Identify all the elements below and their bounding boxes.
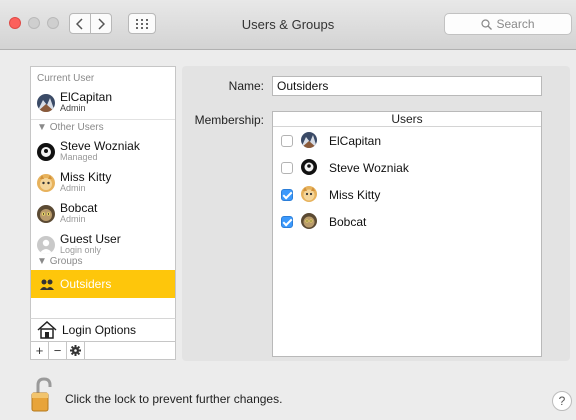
search-field[interactable]: Search xyxy=(444,13,572,35)
sidebar-item-elcapitan[interactable]: ElCapitan Admin xyxy=(31,86,175,118)
member-name: Steve Wozniak xyxy=(329,161,409,175)
title-bar: Users & Groups Search xyxy=(0,0,576,50)
avatar xyxy=(301,186,317,202)
member-row-bobcat: Bobcat xyxy=(273,209,541,235)
user-name: ElCapitan xyxy=(60,90,113,104)
membership-label: Membership: xyxy=(194,113,264,127)
member-checkbox[interactable] xyxy=(281,162,293,174)
gear-icon xyxy=(70,345,81,356)
login-options-label: Login Options xyxy=(62,323,137,337)
login-options-item[interactable]: Login Options xyxy=(30,318,176,342)
name-label: Name: xyxy=(228,79,264,93)
action-gear-button[interactable] xyxy=(67,342,85,359)
search-placeholder: Search xyxy=(496,17,535,31)
member-row-steve-wozniak: Steve Wozniak xyxy=(273,155,541,181)
group-name: Outsiders xyxy=(60,277,112,291)
user-role: Admin xyxy=(60,103,86,113)
other-users-header[interactable]: ▼ Other Users xyxy=(37,122,104,133)
avatar xyxy=(301,132,317,148)
divider xyxy=(31,119,175,120)
group-name-field[interactable]: Outsiders xyxy=(272,76,542,96)
user-name: Miss Kitty xyxy=(60,170,112,184)
sidebar-item-miss-kitty[interactable]: Miss Kitty Admin xyxy=(31,166,175,198)
sidebar-item-steve-wozniak[interactable]: Steve Wozniak Managed xyxy=(31,135,175,167)
member-name: Bobcat xyxy=(329,215,367,229)
user-role: Managed xyxy=(60,152,98,162)
avatar xyxy=(37,94,55,112)
sidebar-item-outsiders-group[interactable]: Outsiders xyxy=(31,270,175,298)
current-user-header: Current User xyxy=(37,73,95,84)
member-name: Miss Kitty xyxy=(329,188,381,202)
avatar xyxy=(301,159,317,175)
unlocked-lock-button[interactable] xyxy=(30,377,56,413)
add-button[interactable]: + xyxy=(31,342,49,359)
members-column-header[interactable]: Users xyxy=(273,112,541,127)
groups-header[interactable]: ▼ Groups xyxy=(37,256,82,267)
member-checkbox-checked[interactable] xyxy=(281,216,293,228)
house-icon xyxy=(37,321,57,339)
avatar xyxy=(301,213,317,229)
unlocked-lock-icon xyxy=(31,377,52,412)
help-button[interactable]: ? xyxy=(552,391,572,411)
avatar xyxy=(37,143,55,161)
user-name: Guest User xyxy=(60,232,121,246)
avatar xyxy=(37,205,55,223)
user-role: Admin xyxy=(60,214,86,224)
sidebar-item-bobcat[interactable]: Bobcat Admin xyxy=(31,197,175,229)
user-role: Admin xyxy=(60,183,86,193)
guest-avatar-icon xyxy=(37,236,55,254)
sidebar-action-bar: + − xyxy=(30,342,176,360)
membership-list: Users ElCapitan Steve Wozniak Miss Kitty… xyxy=(272,111,542,357)
member-checkbox[interactable] xyxy=(281,135,293,147)
member-checkbox-checked[interactable] xyxy=(281,189,293,201)
group-icon xyxy=(39,276,55,292)
remove-button[interactable]: − xyxy=(49,342,67,359)
user-name: Bobcat xyxy=(60,201,98,215)
user-role: Login only xyxy=(60,245,102,255)
user-name: Steve Wozniak xyxy=(60,139,140,153)
member-row-miss-kitty: Miss Kitty xyxy=(273,182,541,208)
lock-status-text: Click the lock to prevent further change… xyxy=(65,392,283,406)
users-sidebar: Current User ElCapitan Admin ▼ Other Use… xyxy=(30,66,176,321)
search-icon xyxy=(481,18,493,30)
member-name: ElCapitan xyxy=(329,134,382,148)
member-row-elcapitan: ElCapitan xyxy=(273,128,541,154)
avatar xyxy=(37,174,55,192)
